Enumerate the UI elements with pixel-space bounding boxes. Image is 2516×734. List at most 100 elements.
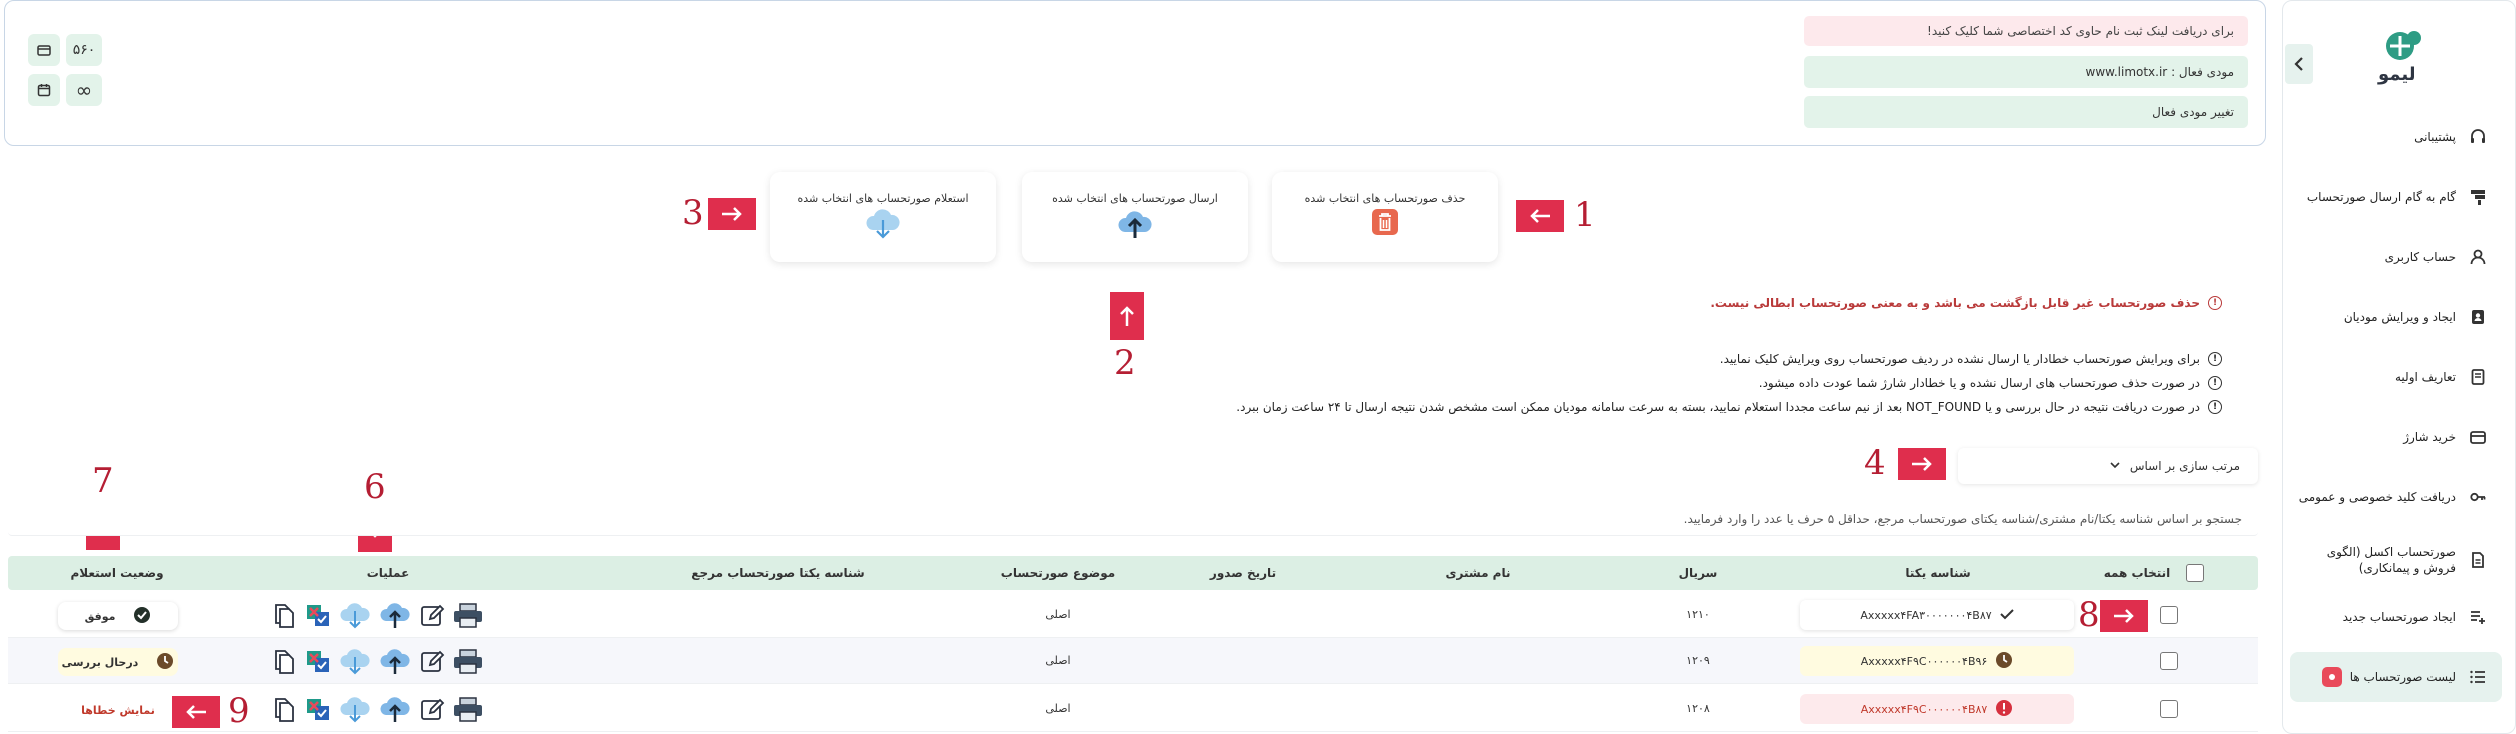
annotation-arrow-up: [1110, 292, 1144, 340]
sidebar-item-label: ایجاد و ویرایش مودیان: [2343, 310, 2456, 324]
sort-label: مرتب سازی بر اساس: [2129, 459, 2240, 473]
trash-icon: [1371, 208, 1399, 239]
sidebar-item-taxpayers[interactable]: ایجاد و ویرایش مودیان: [2290, 292, 2502, 342]
edit-icon[interactable]: [418, 695, 446, 723]
wallet-icon: [2460, 419, 2496, 455]
note-text: در صورت حذف صورتحساب های ارسال نشده و یا…: [1758, 376, 2200, 390]
table-header: انتخاب همه شناسه یکتا سریال نام مشتری تا…: [8, 556, 2258, 590]
subject-cell: اصلی: [1045, 702, 1071, 715]
sidebar-item-invoice-list[interactable]: لیست صورتحساب ها: [2290, 652, 2502, 702]
row-checkbox[interactable]: [2160, 652, 2178, 670]
sidebar-collapse-button[interactable]: [2285, 44, 2313, 84]
wallet-icon[interactable]: [28, 34, 60, 66]
show-errors-button[interactable]: نمایش خطاها: [58, 696, 178, 724]
sidebar-item-excel-invoice[interactable]: صورتحساب اکسل (الگوی فروش و پیمانکاری): [2290, 532, 2502, 588]
status-pending-button[interactable]: درحال بررسی: [58, 648, 178, 676]
calendar-icon[interactable]: [28, 74, 60, 106]
contact-book-icon: [2460, 299, 2496, 335]
duplicate-invoice-icon[interactable]: [304, 695, 332, 723]
annotation-number: 6: [364, 467, 386, 507]
inquiry-selected-button[interactable]: استعلام صورتحساب های انتخاب شده: [770, 172, 996, 262]
th-status: وضعیت استعلام: [70, 566, 164, 580]
unique-id-cell: Axxxxx۴F۹C۰۰۰۰۰۰۴B۸۷: [1800, 694, 2074, 724]
sidebar-item-label: حساب کاربری: [2384, 250, 2456, 264]
th-unique-id: شناسه یکتا: [1905, 566, 1971, 580]
sidebar-item-definitions[interactable]: تعاریف اولیه: [2290, 352, 2502, 402]
cloud-upload-icon[interactable]: [378, 647, 412, 675]
sidebar-item-label: تعاریف اولیه: [2395, 370, 2456, 384]
cloud-download-icon[interactable]: [338, 647, 372, 675]
row-operations: [270, 646, 500, 676]
copy-icon[interactable]: [270, 601, 298, 629]
sidebar-item-label: ایجاد صورتحساب جدید: [2342, 610, 2456, 624]
subject-cell: اصلی: [1045, 608, 1071, 621]
subject-cell: اصلی: [1045, 654, 1071, 667]
th-ref-id: شناسه یکتا صورتحساب مرجع: [691, 566, 865, 580]
send-selected-button[interactable]: ارسال صورتحساب های انتخاب شده: [1022, 172, 1248, 262]
sidebar-item-label: لیست صورتحساب ها: [2349, 670, 2456, 684]
inquiry-selected-label: استعلام صورتحساب های انتخاب شده: [797, 192, 969, 205]
print-icon[interactable]: [452, 601, 484, 629]
table-row: Axxxxx۴FA۳۰۰۰۰۰۰۰۴B۸۷ ۱۲۱۰ اصلی موفق: [8, 592, 2258, 638]
search-input[interactable]: [1442, 512, 2242, 526]
copy-icon[interactable]: [270, 695, 298, 723]
row-checkbox[interactable]: [2160, 700, 2178, 718]
table-row: Axxxxx۴F۹C۰۰۰۰۰۰۴B۸۷ ۱۲۰۸ اصلی نمایش خطا…: [8, 686, 2258, 732]
search-bar: [8, 502, 2258, 536]
active-taxpayer-banner: مودی فعال : www.limotx.ir: [1804, 56, 2248, 88]
sidebar-item-support[interactable]: پشتیبانی: [2290, 112, 2502, 162]
sidebar-item-buy-charge[interactable]: خرید شارژ: [2290, 412, 2502, 462]
duplicate-invoice-icon[interactable]: [304, 601, 332, 629]
cloud-upload-icon: [1115, 208, 1155, 243]
info-icon: !: [2208, 352, 2222, 366]
print-icon[interactable]: [452, 647, 484, 675]
row-operations: [270, 694, 500, 724]
sidebar-item-account[interactable]: حساب کاربری: [2290, 232, 2502, 282]
checkmark-icon: [1999, 608, 2014, 623]
sidebar-item-keys[interactable]: دریافت کلید خصوصی و عمومی: [2290, 472, 2502, 522]
row-operations: [270, 600, 500, 630]
status-success-button[interactable]: موفق: [58, 602, 178, 630]
info-icon: !: [2208, 296, 2222, 310]
print-icon[interactable]: [452, 695, 484, 723]
referral-link-alert[interactable]: برای دریافت لینک ثبت نام حاوی کد اختصاصی…: [1804, 16, 2248, 46]
table-row: Axxxxx۴F۹C۰۰۰۰۰۰۴B۹۶ ۱۲۰۹ اصلی درحال برر…: [8, 638, 2258, 684]
sidebar-item-label: صورتحساب اکسل (الگوی فروش و پیمانکاری): [2326, 545, 2456, 575]
serial-cell: ۱۲۰۹: [1686, 654, 1710, 667]
th-customer: نام مشتری: [1445, 566, 1511, 580]
unique-id-cell: Axxxxx۴FA۳۰۰۰۰۰۰۰۴B۸۷: [1800, 600, 2074, 630]
note-item: ! در صورت حذف صورتحساب های ارسال نشده و …: [1759, 376, 2222, 390]
annotation-number: 2: [1114, 343, 1136, 383]
change-taxpayer-button[interactable]: تغییر مودی فعال: [1804, 96, 2248, 128]
sidebar-item-label: دریافت کلید خصوصی و عمومی: [2298, 490, 2456, 504]
note-item: ! در صورت دریافت نتیجه در حال بررسی و یا…: [1236, 400, 2222, 414]
delete-selected-label: حذف صورتحساب های انتخاب شده: [1304, 192, 1466, 205]
sidebar-item-new-invoice[interactable]: ایجاد صورتحساب جدید: [2290, 592, 2502, 642]
copy-icon[interactable]: [270, 647, 298, 675]
edit-icon[interactable]: [418, 647, 446, 675]
unique-id-text: Axxxxx۴FA۳۰۰۰۰۰۰۰۴B۸۷: [1860, 608, 1992, 622]
list-icon: [2460, 659, 2496, 695]
note-text: در صورت دریافت نتیجه در حال بررسی و یا N…: [1236, 400, 2200, 414]
add-list-icon: [2460, 599, 2496, 635]
sidebar-item-steps[interactable]: گام به گام ارسال صورتحساب: [2290, 172, 2502, 222]
edit-icon[interactable]: [418, 601, 446, 629]
steps-icon: [2460, 179, 2496, 215]
delete-selected-button[interactable]: حذف صورتحساب های انتخاب شده: [1272, 172, 1498, 262]
cloud-download-icon[interactable]: [338, 695, 372, 723]
select-all-checkbox[interactable]: [2186, 564, 2204, 582]
cloud-upload-icon[interactable]: [378, 601, 412, 629]
clock-icon: [156, 652, 174, 673]
cloud-upload-icon[interactable]: [378, 695, 412, 723]
book-icon: [2460, 359, 2496, 395]
chevron-left-icon: [2294, 57, 2303, 71]
annotation-number: 4: [1864, 443, 1886, 483]
duplicate-invoice-icon[interactable]: [304, 647, 332, 675]
row-checkbox[interactable]: [2160, 606, 2178, 624]
sidebar-item-label: گام به گام ارسال صورتحساب: [2306, 190, 2456, 204]
unique-id-cell: Axxxxx۴F۹C۰۰۰۰۰۰۴B۹۶: [1800, 646, 2074, 676]
sort-dropdown[interactable]: مرتب سازی بر اساس: [1958, 448, 2258, 484]
delete-warning: ! حذف صورتحساب غیر قابل بازگشت می باشد و…: [1710, 296, 2222, 310]
annotation-number: 3: [682, 193, 704, 233]
cloud-download-icon[interactable]: [338, 601, 372, 629]
